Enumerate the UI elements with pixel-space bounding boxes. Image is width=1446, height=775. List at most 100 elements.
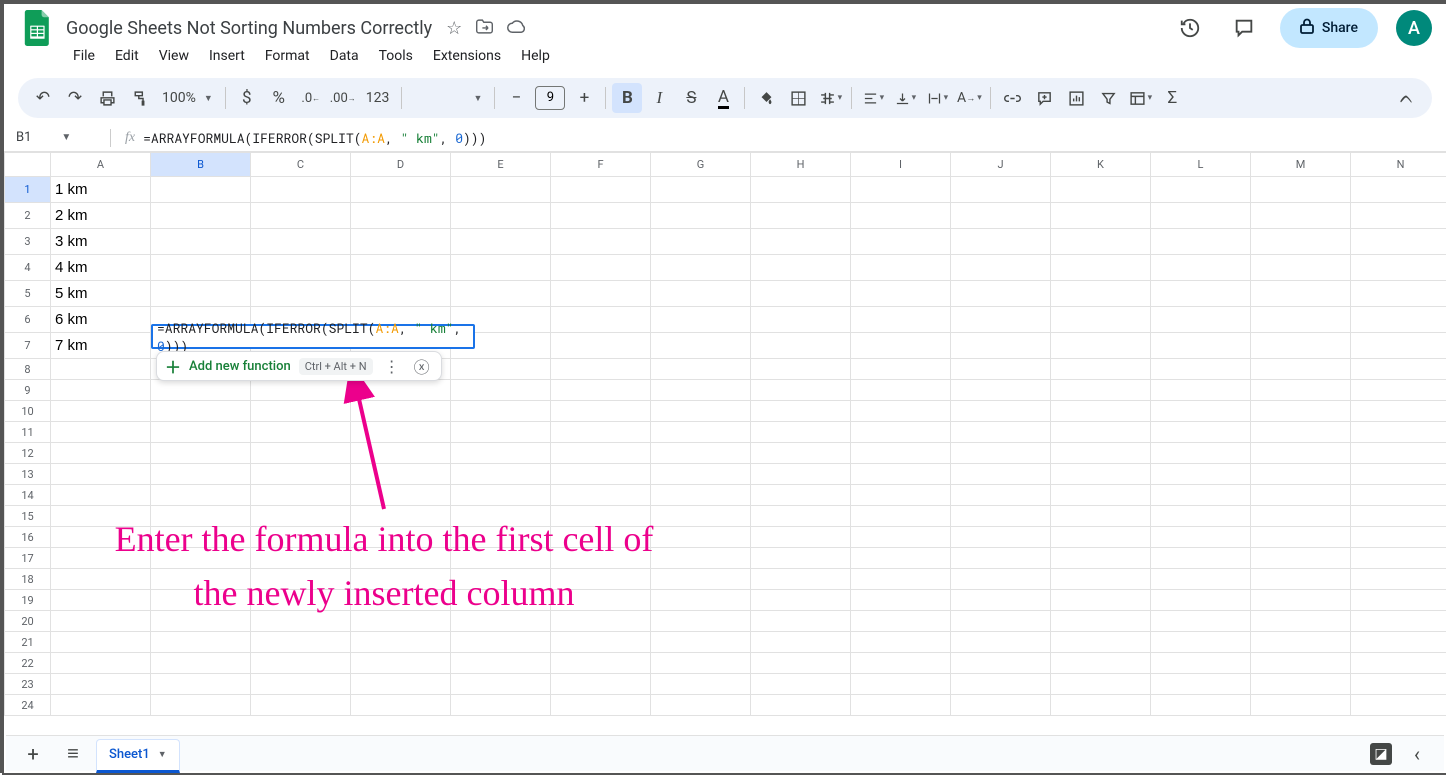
cell-F11[interactable] bbox=[551, 422, 651, 443]
redo-icon[interactable]: ↷ bbox=[60, 83, 90, 113]
spreadsheet-grid[interactable]: A B C D E F G H I J K L M N 11 km22 km33… bbox=[4, 152, 1446, 732]
cell-C13[interactable] bbox=[251, 464, 351, 485]
cell-E16[interactable] bbox=[451, 527, 551, 548]
cell-L22[interactable] bbox=[1151, 653, 1251, 674]
cell-G20[interactable] bbox=[651, 611, 751, 632]
cell-N23[interactable] bbox=[1351, 674, 1446, 695]
cell-L24[interactable] bbox=[1151, 695, 1251, 716]
cell-D15[interactable] bbox=[351, 506, 451, 527]
cell-D9[interactable] bbox=[351, 380, 451, 401]
cell-B10[interactable] bbox=[151, 401, 251, 422]
cell-F8[interactable] bbox=[551, 359, 651, 380]
cell-M24[interactable] bbox=[1251, 695, 1351, 716]
cell-D13[interactable] bbox=[351, 464, 451, 485]
cell-F13[interactable] bbox=[551, 464, 651, 485]
cell-K3[interactable] bbox=[1051, 229, 1151, 255]
cell-F12[interactable] bbox=[551, 443, 651, 464]
cell-D24[interactable] bbox=[351, 695, 451, 716]
star-icon[interactable]: ☆ bbox=[446, 18, 462, 39]
cell-K2[interactable] bbox=[1051, 203, 1151, 229]
cell-K4[interactable] bbox=[1051, 255, 1151, 281]
cell-C10[interactable] bbox=[251, 401, 351, 422]
cell-M1[interactable] bbox=[1251, 177, 1351, 203]
add-sheet-button[interactable]: + bbox=[16, 739, 50, 769]
row-header-20[interactable]: 20 bbox=[5, 611, 51, 632]
cell-A19[interactable] bbox=[51, 590, 151, 611]
cell-B11[interactable] bbox=[151, 422, 251, 443]
cell-N9[interactable] bbox=[1351, 380, 1446, 401]
cell-J18[interactable] bbox=[951, 569, 1051, 590]
cell-M6[interactable] bbox=[1251, 307, 1351, 333]
cell-I11[interactable] bbox=[851, 422, 951, 443]
cell-L2[interactable] bbox=[1151, 203, 1251, 229]
cell-L21[interactable] bbox=[1151, 632, 1251, 653]
row-header-21[interactable]: 21 bbox=[5, 632, 51, 653]
cell-I2[interactable] bbox=[851, 203, 951, 229]
cell-E12[interactable] bbox=[451, 443, 551, 464]
cell-A15[interactable] bbox=[51, 506, 151, 527]
cell-N14[interactable] bbox=[1351, 485, 1446, 506]
cell-H3[interactable] bbox=[751, 229, 851, 255]
cell-N24[interactable] bbox=[1351, 695, 1446, 716]
cell-E9[interactable] bbox=[451, 380, 551, 401]
cell-F5[interactable] bbox=[551, 281, 651, 307]
cell-H16[interactable] bbox=[751, 527, 851, 548]
cell-F3[interactable] bbox=[551, 229, 651, 255]
cell-I10[interactable] bbox=[851, 401, 951, 422]
col-header-D[interactable]: D bbox=[351, 153, 451, 177]
cell-B5[interactable] bbox=[151, 281, 251, 307]
move-icon[interactable] bbox=[476, 18, 493, 39]
strikethrough-button[interactable]: S bbox=[676, 83, 706, 113]
cell-I12[interactable] bbox=[851, 443, 951, 464]
cell-K19[interactable] bbox=[1051, 590, 1151, 611]
cell-E23[interactable] bbox=[451, 674, 551, 695]
row-header-1[interactable]: 1 bbox=[5, 177, 51, 203]
cell-C9[interactable] bbox=[251, 380, 351, 401]
cell-M3[interactable] bbox=[1251, 229, 1351, 255]
cell-F7[interactable] bbox=[551, 333, 651, 359]
cell-L12[interactable] bbox=[1151, 443, 1251, 464]
cell-F15[interactable] bbox=[551, 506, 651, 527]
cell-G1[interactable] bbox=[651, 177, 751, 203]
col-header-J[interactable]: J bbox=[951, 153, 1051, 177]
cell-E18[interactable] bbox=[451, 569, 551, 590]
row-header-13[interactable]: 13 bbox=[5, 464, 51, 485]
cell-D22[interactable] bbox=[351, 653, 451, 674]
cell-K9[interactable] bbox=[1051, 380, 1151, 401]
cell-J19[interactable] bbox=[951, 590, 1051, 611]
cell-A20[interactable] bbox=[51, 611, 151, 632]
cell-G16[interactable] bbox=[651, 527, 751, 548]
cell-J20[interactable] bbox=[951, 611, 1051, 632]
cell-B13[interactable] bbox=[151, 464, 251, 485]
more-options-icon[interactable]: ⋮ bbox=[381, 357, 403, 376]
cell-H14[interactable] bbox=[751, 485, 851, 506]
cell-K24[interactable] bbox=[1051, 695, 1151, 716]
cell-B17[interactable] bbox=[151, 548, 251, 569]
cell-D10[interactable] bbox=[351, 401, 451, 422]
col-header-M[interactable]: M bbox=[1251, 153, 1351, 177]
cell-M13[interactable] bbox=[1251, 464, 1351, 485]
cell-C19[interactable] bbox=[251, 590, 351, 611]
cell-J14[interactable] bbox=[951, 485, 1051, 506]
cell-N2[interactable] bbox=[1351, 203, 1446, 229]
decrease-decimal-icon[interactable]: .0← bbox=[296, 83, 326, 113]
cell-I17[interactable] bbox=[851, 548, 951, 569]
functions-icon[interactable]: Σ bbox=[1157, 83, 1187, 113]
cell-I8[interactable] bbox=[851, 359, 951, 380]
cell-N12[interactable] bbox=[1351, 443, 1446, 464]
cell-G11[interactable] bbox=[651, 422, 751, 443]
cell-L8[interactable] bbox=[1151, 359, 1251, 380]
cell-J16[interactable] bbox=[951, 527, 1051, 548]
cell-K23[interactable] bbox=[1051, 674, 1151, 695]
col-header-L[interactable]: L bbox=[1151, 153, 1251, 177]
cell-D4[interactable] bbox=[351, 255, 451, 281]
cell-H21[interactable] bbox=[751, 632, 851, 653]
row-header-6[interactable]: 6 bbox=[5, 307, 51, 333]
cell-I9[interactable] bbox=[851, 380, 951, 401]
cell-F20[interactable] bbox=[551, 611, 651, 632]
row-header-17[interactable]: 17 bbox=[5, 548, 51, 569]
cell-A10[interactable] bbox=[51, 401, 151, 422]
cell-E15[interactable] bbox=[451, 506, 551, 527]
cell-G8[interactable] bbox=[651, 359, 751, 380]
paint-format-icon[interactable] bbox=[124, 83, 154, 113]
